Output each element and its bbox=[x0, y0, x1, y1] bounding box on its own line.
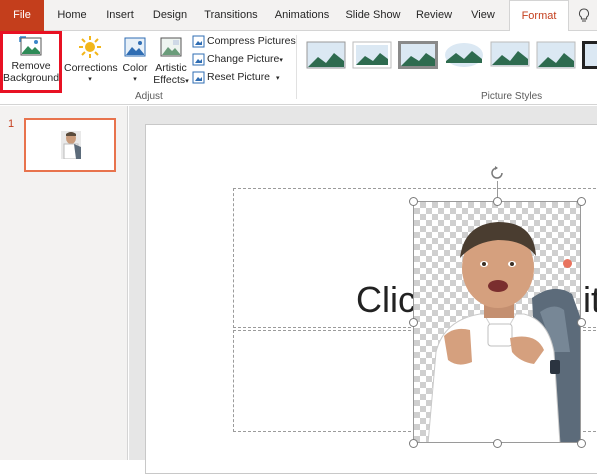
title-placeholder-text-tail: it bbox=[583, 279, 597, 320]
resize-handle-w[interactable] bbox=[409, 318, 418, 327]
thumbnail-person-image bbox=[61, 131, 81, 159]
tab-review[interactable]: Review bbox=[410, 0, 458, 31]
tab-design[interactable]: Design bbox=[146, 0, 194, 31]
reset-picture-label: Reset Picture bbox=[207, 71, 271, 83]
group-divider bbox=[296, 35, 297, 99]
corrections-button[interactable]: Corrections ▾ bbox=[64, 34, 118, 86]
picture-style-7[interactable] bbox=[582, 41, 597, 74]
ribbon: Remove Background Corrections ▾ Color ▾ … bbox=[0, 31, 597, 105]
color-label: Color bbox=[122, 62, 148, 74]
resize-handle-n[interactable] bbox=[493, 197, 502, 206]
tab-slideshow[interactable]: Slide Show bbox=[342, 0, 404, 31]
selected-picture[interactable] bbox=[413, 201, 581, 443]
person-image bbox=[427, 222, 580, 442]
compress-pictures-button[interactable]: Compress Pictures bbox=[192, 32, 296, 50]
tab-file[interactable]: File bbox=[0, 0, 44, 31]
color-picture-icon bbox=[123, 36, 147, 58]
tab-view[interactable]: View bbox=[462, 0, 504, 31]
artistic-effects-icon bbox=[159, 36, 183, 58]
tab-insert[interactable]: Insert bbox=[98, 0, 142, 31]
change-picture-button[interactable]: Change Picture▾ bbox=[192, 50, 283, 68]
picture-style-5[interactable] bbox=[490, 41, 533, 74]
resize-handle-nw[interactable] bbox=[409, 197, 418, 206]
chevron-down-icon: ▾ bbox=[185, 78, 189, 85]
resize-handle-se[interactable] bbox=[577, 439, 586, 448]
reset-picture-button[interactable]: Reset Picture ▾ bbox=[192, 68, 280, 86]
artistic-effects-label-1: Artistic bbox=[155, 62, 187, 74]
color-button[interactable]: Color ▾ bbox=[118, 34, 152, 86]
remove-background-icon bbox=[19, 36, 43, 58]
picture-style-3[interactable] bbox=[398, 41, 441, 74]
remove-background-label-1: Remove bbox=[11, 60, 51, 72]
resize-handle-sw[interactable] bbox=[409, 439, 418, 448]
rotate-handle-icon[interactable] bbox=[489, 165, 505, 181]
picture-style-6[interactable] bbox=[536, 41, 579, 74]
remove-background-button[interactable]: Remove Background bbox=[3, 34, 59, 84]
corrections-label: Corrections bbox=[64, 62, 118, 74]
slide-thumbnail[interactable] bbox=[24, 118, 116, 172]
compress-icon bbox=[192, 35, 205, 48]
chevron-down-icon: ▾ bbox=[276, 75, 280, 82]
artistic-effects-label-2: Effects bbox=[153, 74, 186, 86]
change-picture-label: Change Picture bbox=[207, 53, 280, 65]
slide-canvas: Clic it bbox=[129, 106, 597, 474]
resize-handle-s[interactable] bbox=[493, 439, 502, 448]
slide: Clic it bbox=[145, 124, 597, 474]
sun-icon bbox=[78, 36, 102, 58]
group-label-picture-styles: Picture Styles bbox=[481, 91, 543, 102]
group-label-adjust: Adjust bbox=[135, 91, 163, 102]
resize-handle-e[interactable] bbox=[577, 318, 586, 327]
artistic-effects-button[interactable]: Artistic Effects▾ bbox=[153, 34, 189, 88]
chevron-down-icon: ▾ bbox=[279, 57, 283, 64]
remove-background-label-2: Background bbox=[3, 72, 60, 84]
slide-thumbnail-pane: 1 bbox=[0, 106, 128, 460]
tab-format[interactable]: Format bbox=[509, 0, 569, 32]
reset-picture-icon bbox=[192, 71, 205, 84]
chevron-down-icon: ▾ bbox=[133, 76, 137, 83]
ribbon-tab-bar: File Home Insert Design Transitions Anim… bbox=[0, 0, 597, 32]
picture-style-1[interactable] bbox=[306, 41, 349, 74]
picture-style-4[interactable] bbox=[444, 41, 487, 74]
resize-handle-ne[interactable] bbox=[577, 197, 586, 206]
marker-dot bbox=[563, 259, 572, 268]
picture-style-2[interactable] bbox=[352, 41, 395, 74]
artistic-effects-label-2-wrap: Effects▾ bbox=[153, 74, 189, 88]
lightbulb-icon[interactable] bbox=[578, 8, 590, 24]
compress-pictures-label: Compress Pictures bbox=[207, 35, 296, 47]
tab-transitions[interactable]: Transitions bbox=[198, 0, 264, 31]
slide-number: 1 bbox=[8, 118, 15, 130]
change-picture-icon bbox=[192, 53, 205, 66]
title-placeholder-text: Clic bbox=[356, 279, 416, 320]
tab-home[interactable]: Home bbox=[50, 0, 94, 31]
tab-animations[interactable]: Animations bbox=[268, 0, 336, 31]
picture-styles-gallery bbox=[302, 33, 597, 89]
chevron-down-icon: ▾ bbox=[88, 76, 92, 83]
